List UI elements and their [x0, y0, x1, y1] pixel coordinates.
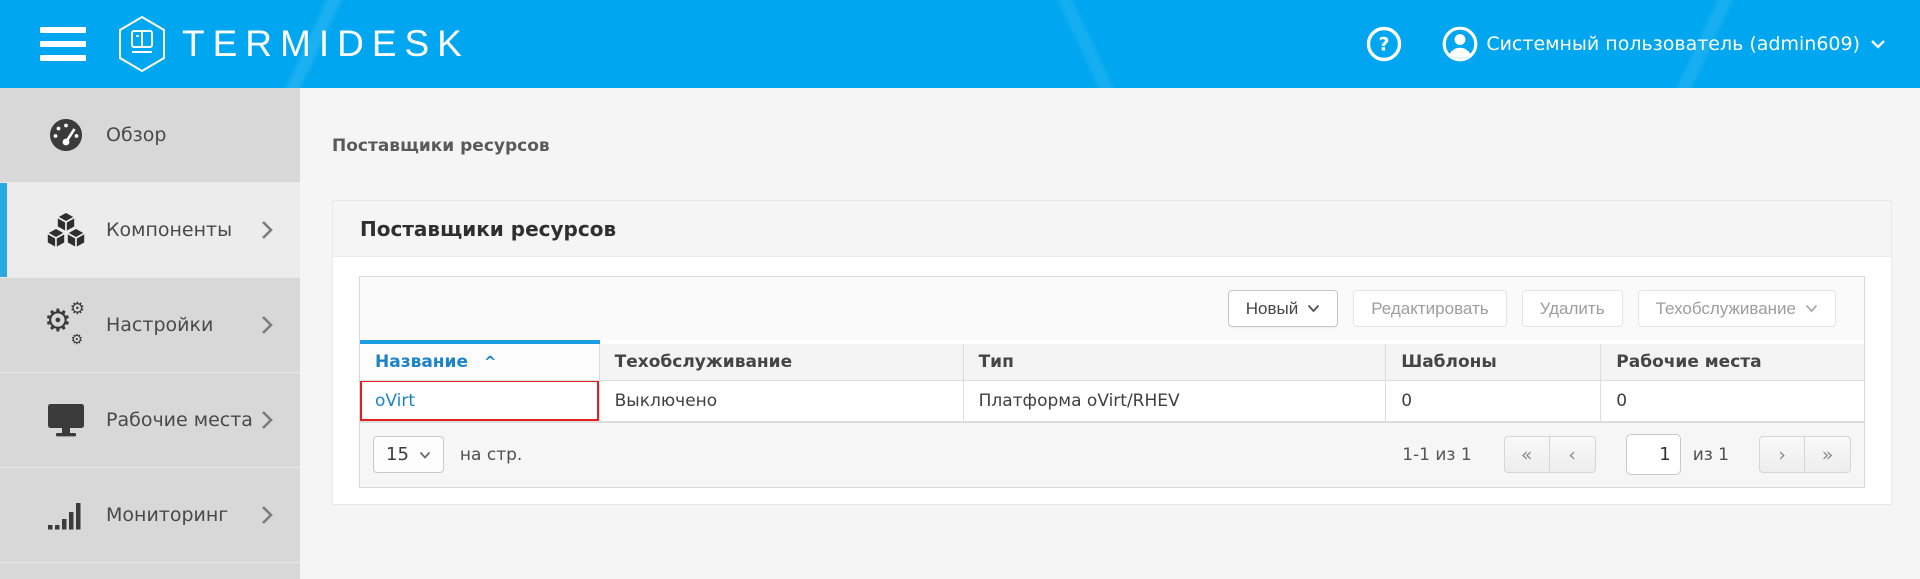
main-content: Поставщики ресурсов Поставщики ресурсов …	[300, 88, 1920, 579]
settings-icon: ⚙⚙⚙	[44, 305, 88, 345]
cell-templates: 0	[1386, 381, 1601, 422]
cell-type: Платформа oVirt/RHEV	[963, 381, 1386, 422]
prev-page-button[interactable]: ‹	[1550, 436, 1596, 473]
sidebar-item-workplaces[interactable]: Рабочие места	[0, 373, 300, 468]
range-label: 1-1 из 1	[1402, 445, 1471, 465]
hamburger-bar	[40, 55, 86, 61]
column-label: Шаблоны	[1401, 352, 1497, 372]
sidebar: Обзор Компон	[0, 88, 300, 579]
chevron-right-icon	[260, 409, 274, 431]
chevron-right-icon	[260, 219, 274, 241]
page-size-value: 15	[386, 444, 409, 465]
table-row[interactable]: oVirt Выключено Платформа oVirt/RHEV 0 0	[360, 381, 1864, 422]
next-page-button[interactable]: ›	[1759, 436, 1805, 473]
termidesk-app: TERMIDESK ? Системный пользователь (admi…	[0, 0, 1920, 579]
column-label: Техобслуживание	[615, 352, 793, 372]
column-label: Тип	[979, 352, 1014, 372]
panel-header: Поставщики ресурсов	[333, 201, 1891, 257]
sidebar-item-label: Компоненты	[106, 219, 232, 241]
sidebar-item-components[interactable]: Компоненты	[0, 183, 300, 278]
brand-logo[interactable]: TERMIDESK	[118, 15, 470, 73]
providers-grid: Новый Редактировать Удалить Техоб	[359, 276, 1865, 488]
user-avatar-icon	[1442, 26, 1478, 62]
column-header-name[interactable]: Название ^	[360, 342, 599, 381]
pager: 1-1 из 1 « ‹ из 1 › »	[1402, 434, 1851, 475]
column-header-templates[interactable]: Шаблоны	[1386, 342, 1601, 381]
chevron-down-icon	[1307, 304, 1320, 313]
workplaces-icon	[44, 403, 88, 437]
monitoring-icon	[44, 499, 88, 531]
components-icon	[44, 211, 88, 249]
cell-workplaces: 0	[1601, 381, 1864, 422]
sidebar-item-settings[interactable]: ⚙⚙⚙ Настройки	[0, 278, 300, 373]
page-size-suffix: на стр.	[460, 445, 522, 465]
termidesk-hexagon-icon	[118, 15, 166, 73]
chevron-down-icon	[1870, 39, 1886, 49]
sidebar-item-label: Обзор	[106, 124, 166, 146]
chevron-right-icon	[260, 314, 274, 336]
column-header-type[interactable]: Тип	[963, 342, 1386, 381]
first-page-button[interactable]: «	[1504, 436, 1550, 473]
sidebar-item-overview[interactable]: Обзор	[0, 88, 300, 183]
page-size-select[interactable]: 15	[373, 436, 444, 473]
brand-name: TERMIDESK	[182, 23, 470, 65]
menu-toggle-button[interactable]	[40, 27, 86, 61]
help-icon[interactable]: ?	[1366, 26, 1402, 62]
cell-name: oVirt	[360, 381, 599, 422]
user-label: Системный пользователь (admin609)	[1486, 33, 1860, 55]
resource-providers-panel: Поставщики ресурсов Новый Редактировать	[332, 200, 1892, 505]
provider-link[interactable]: oVirt	[375, 391, 415, 411]
chevron-right-icon	[260, 504, 274, 526]
column-header-workplaces[interactable]: Рабочие места	[1601, 342, 1864, 381]
sidebar-item-label: Настройки	[106, 314, 213, 336]
new-button-label: Новый	[1246, 299, 1298, 319]
page-number-input[interactable]	[1626, 434, 1681, 475]
edit-button-label: Редактировать	[1371, 299, 1488, 319]
new-button[interactable]: Новый	[1228, 290, 1338, 327]
panel-body: Новый Редактировать Удалить Техоб	[333, 257, 1891, 504]
cell-maintenance: Выключено	[599, 381, 963, 422]
column-label: Название	[375, 352, 468, 372]
breadcrumb: Поставщики ресурсов	[332, 136, 1892, 156]
maintenance-button[interactable]: Техобслуживание	[1638, 290, 1836, 327]
maintenance-button-label: Техобслуживание	[1656, 299, 1796, 319]
last-page-button[interactable]: »	[1805, 436, 1851, 473]
chevron-down-icon	[1805, 304, 1818, 313]
chevron-down-icon	[419, 451, 431, 459]
column-header-maintenance[interactable]: Техобслуживание	[599, 342, 963, 381]
page-of-label: из 1	[1693, 445, 1729, 465]
panel-title: Поставщики ресурсов	[360, 217, 616, 241]
delete-button[interactable]: Удалить	[1522, 290, 1623, 327]
hamburger-bar	[40, 41, 86, 47]
sidebar-item-label: Мониторинг	[106, 504, 228, 526]
table-header-row: Название ^ Техобслуживание Тип	[360, 342, 1864, 381]
column-label: Рабочие места	[1616, 352, 1761, 372]
dashboard-icon	[44, 117, 88, 153]
pagination-bar: 15 на стр. 1-1 из 1 « ‹	[360, 422, 1864, 487]
user-menu[interactable]: Системный пользователь (admin609)	[1442, 26, 1886, 62]
edit-button[interactable]: Редактировать	[1353, 290, 1506, 327]
delete-button-label: Удалить	[1540, 299, 1605, 319]
svg-text:?: ?	[1379, 34, 1390, 56]
sidebar-item-monitoring[interactable]: Мониторинг	[0, 468, 300, 563]
grid-toolbar: Новый Редактировать Удалить Техоб	[360, 277, 1864, 340]
sidebar-item-label: Рабочие места	[106, 409, 253, 431]
providers-table: Название ^ Техобслуживание Тип	[360, 340, 1864, 422]
hamburger-bar	[40, 27, 86, 33]
topbar: TERMIDESK ? Системный пользователь (admi…	[0, 0, 1920, 88]
topbar-actions: ? Системный пользователь (admin609)	[1366, 26, 1886, 62]
sort-asc-icon: ^	[484, 353, 497, 371]
